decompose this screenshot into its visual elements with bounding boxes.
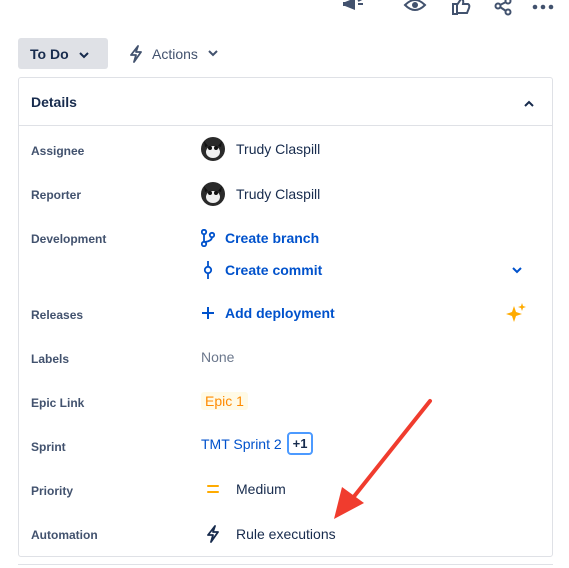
field-label: Development <box>31 232 107 246</box>
reporter-value[interactable]: Trudy Claspill <box>201 182 320 206</box>
plus-icon <box>201 306 219 320</box>
field-label: Priority <box>31 484 74 498</box>
chevron-down-icon <box>208 50 218 57</box>
megaphone-icon[interactable] <box>340 0 366 20</box>
sprint-value: TMT Sprint 2 +1 <box>201 432 314 455</box>
priority-value[interactable]: Medium <box>201 481 286 497</box>
details-header[interactable]: Details <box>19 78 552 126</box>
chevron-down-icon <box>78 46 89 62</box>
actions-label: Actions <box>152 45 198 62</box>
priority-label: Medium <box>236 481 286 497</box>
commit-icon <box>201 261 219 279</box>
sprint-more-badge[interactable]: +1 <box>286 432 314 455</box>
issue-toolbar <box>0 0 569 20</box>
details-title: Details <box>31 93 77 110</box>
rule-executions-label: Rule executions <box>236 526 336 542</box>
avatar <box>201 182 225 206</box>
lightning-icon <box>128 44 144 63</box>
priority-medium-icon <box>201 484 225 494</box>
assignee-name: Trudy Claspill <box>236 141 321 157</box>
field-label: Automation <box>31 528 98 542</box>
details-panel: Details Assignee Trudy Claspill Reporter… <box>18 77 553 557</box>
chevron-up-icon[interactable] <box>524 94 534 110</box>
status-label: To Do <box>30 45 69 62</box>
sprint-link[interactable]: TMT Sprint 2 <box>201 436 282 452</box>
annotation-arrow-icon <box>334 399 432 519</box>
more-icon[interactable] <box>530 0 556 20</box>
lightning-icon <box>201 525 225 543</box>
create-commit-label: Create commit <box>225 262 323 278</box>
field-label: Assignee <box>31 144 85 158</box>
create-commit-link[interactable]: Create commit <box>201 261 322 279</box>
avatar <box>201 137 225 161</box>
labels-value[interactable]: None <box>201 349 234 365</box>
thumbs-up-icon[interactable] <box>448 0 474 20</box>
labels-none: None <box>201 349 235 365</box>
eye-icon[interactable] <box>402 0 428 20</box>
epic-lozenge: Epic 1 <box>201 392 248 410</box>
status-button[interactable]: To Do <box>18 38 108 69</box>
assignee-value[interactable]: Trudy Claspill <box>201 137 320 161</box>
reporter-name: Trudy Claspill <box>236 186 321 202</box>
rule-executions-link[interactable]: Rule executions <box>201 525 336 543</box>
epic-link-value[interactable]: Epic 1 <box>201 392 248 410</box>
field-label: Releases <box>31 308 84 322</box>
branch-icon <box>201 229 219 247</box>
field-label: Epic Link <box>31 396 85 410</box>
share-icon[interactable] <box>490 0 516 20</box>
create-branch-label: Create branch <box>225 230 320 246</box>
divider <box>18 564 553 565</box>
chevron-down-icon[interactable] <box>512 267 522 274</box>
field-label: Labels <box>31 352 70 366</box>
add-deployment-link[interactable]: Add deployment <box>201 305 335 321</box>
field-label: Sprint <box>31 440 66 454</box>
sparkle-icon[interactable] <box>505 302 527 324</box>
add-deployment-label: Add deployment <box>225 305 335 321</box>
create-branch-link[interactable]: Create branch <box>201 229 319 247</box>
actions-button[interactable]: Actions <box>128 38 218 69</box>
field-label: Reporter <box>31 188 82 202</box>
